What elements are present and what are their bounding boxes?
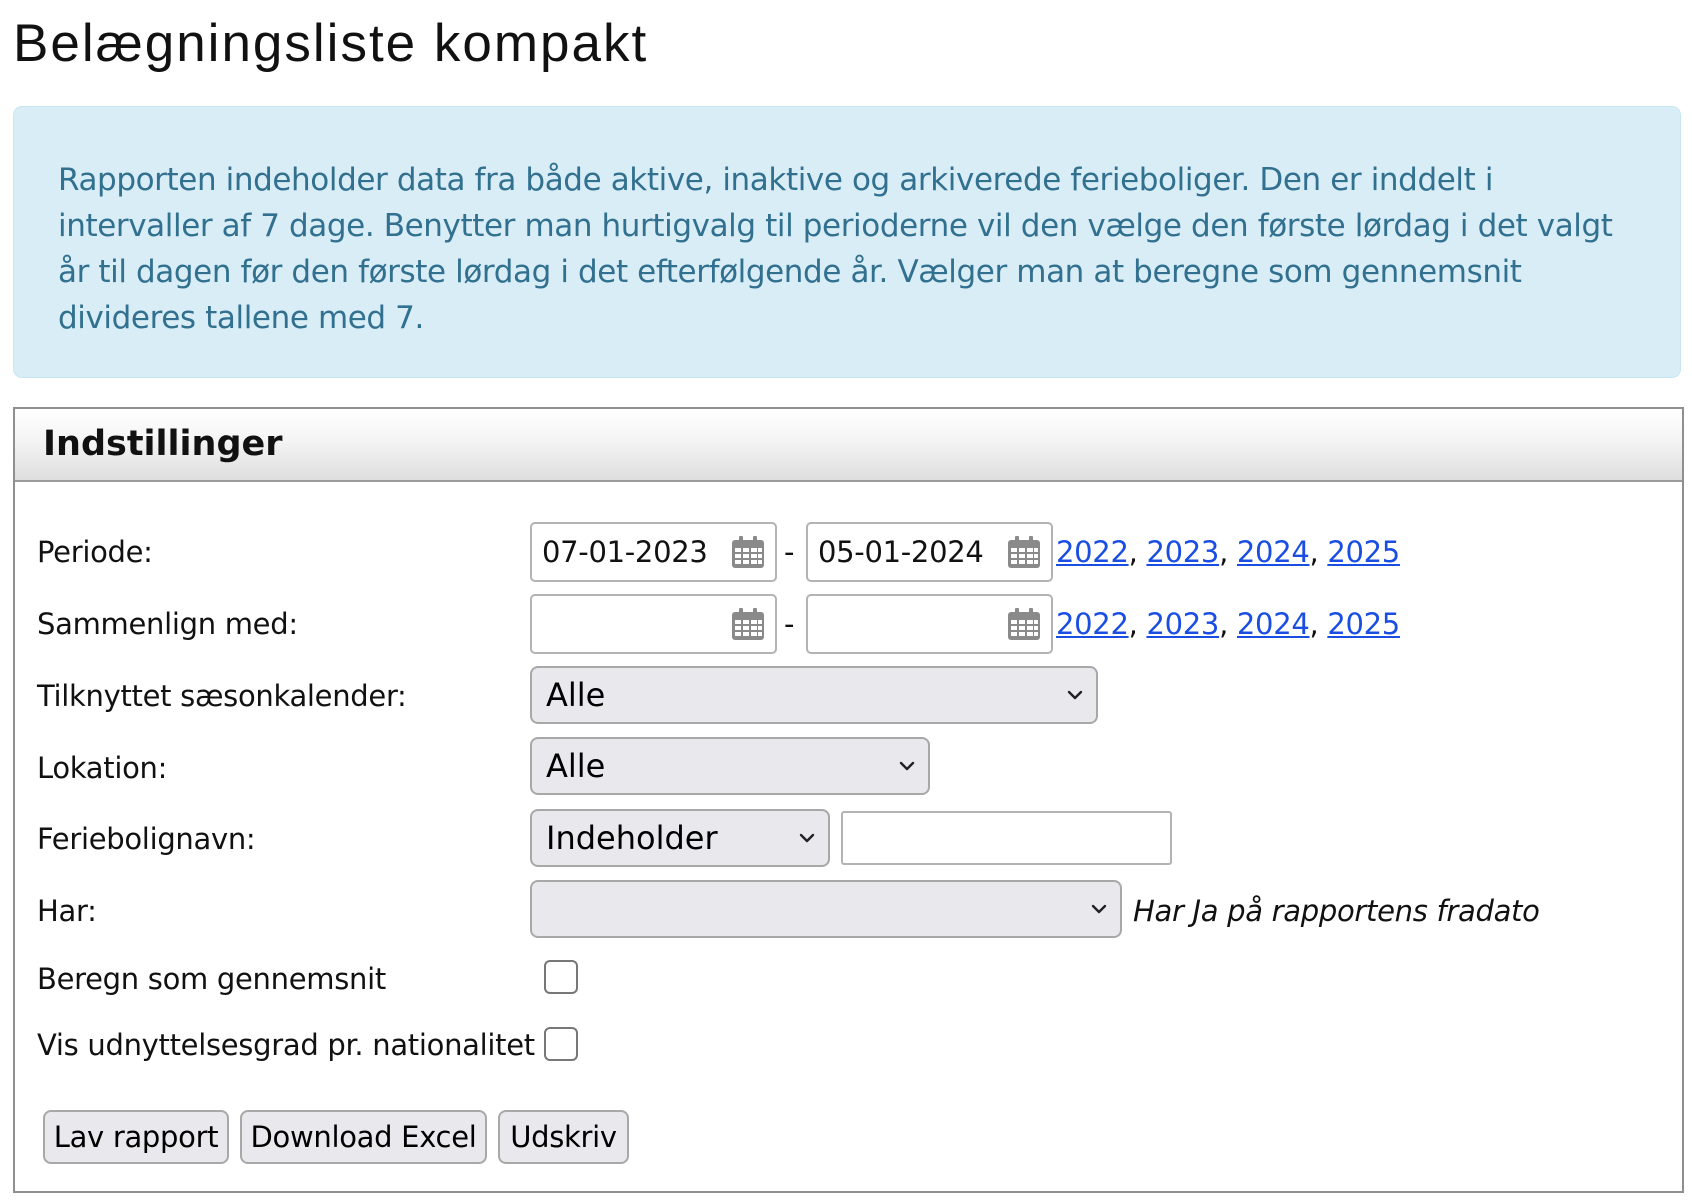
year-separator: , — [1309, 535, 1319, 569]
har-label: Har: — [37, 894, 97, 928]
periode-year-link-2023[interactable]: 2023 — [1146, 535, 1219, 569]
sammenlign-dash: - — [784, 607, 795, 641]
gennemsnit-label: Beregn som gennemsnit — [37, 962, 386, 996]
periode-dash: - — [784, 535, 795, 569]
year-separator: , — [1309, 607, 1319, 641]
har-select[interactable] — [530, 880, 1122, 938]
gennemsnit-checkbox[interactable] — [544, 960, 578, 994]
lokation-label: Lokation: — [37, 751, 168, 785]
lokation-select[interactable]: Alle — [530, 737, 930, 795]
year-separator: , — [1219, 535, 1228, 569]
saesonkalender-label: Tilknyttet sæsonkalender: — [37, 679, 407, 713]
year-separator: , — [1128, 535, 1138, 569]
periode-year-link-2025[interactable]: 2025 — [1327, 535, 1400, 569]
calendar-icon[interactable] — [731, 608, 765, 641]
sammenlign-year-link-2022[interactable]: 2022 — [1056, 607, 1129, 641]
sammenlign-to-input[interactable] — [806, 594, 1053, 654]
sammenlign-year-link-2023[interactable]: 2023 — [1146, 607, 1219, 641]
chevron-down-icon — [1091, 904, 1107, 914]
sammenlign-year-link-2025[interactable]: 2025 — [1327, 607, 1400, 641]
feriebolignavn-mode-select[interactable]: Indeholder — [530, 809, 830, 867]
chevron-down-icon — [1067, 690, 1083, 700]
periode-from-value: 07-01-2023 — [542, 535, 708, 569]
saesonkalender-select[interactable]: Alle — [530, 666, 1098, 724]
nationalitet-label: Vis udnyttelsesgrad pr. nationalitet — [37, 1028, 535, 1062]
settings-header: Indstillinger — [15, 409, 1682, 482]
feriebolignavn-input[interactable] — [841, 811, 1172, 865]
feriebolignavn-label: Feriebolignavn: — [37, 822, 256, 856]
periode-label: Periode: — [37, 535, 153, 569]
periode-from-input[interactable]: 07-01-2023 — [530, 522, 777, 582]
sammenlign-year-link-2024[interactable]: 2024 — [1237, 607, 1310, 641]
calendar-icon[interactable] — [1007, 608, 1041, 641]
chevron-down-icon — [799, 833, 815, 843]
saesonkalender-selected: Alle — [546, 676, 606, 714]
udskriv-button[interactable]: Udskriv — [498, 1110, 629, 1164]
lav-rapport-button[interactable]: Lav rapport — [43, 1110, 229, 1164]
sammenlign-year-links: 2022, 2023, 2024, 2025 — [1056, 606, 1400, 642]
periode-to-input[interactable]: 05-01-2024 — [806, 522, 1053, 582]
sammenlign-label: Sammenlign med: — [37, 607, 298, 641]
calendar-icon[interactable] — [1007, 536, 1041, 569]
calendar-icon[interactable] — [731, 536, 765, 569]
year-separator: , — [1128, 607, 1138, 641]
page-title: Belægningsliste kompakt — [13, 14, 649, 73]
year-separator: , — [1219, 607, 1228, 641]
lokation-selected: Alle — [546, 747, 606, 785]
har-hint: Har Ja på rapportens fradato — [1133, 894, 1540, 928]
sammenlign-from-input[interactable] — [530, 594, 777, 654]
chevron-down-icon — [899, 761, 915, 771]
feriebolignavn-mode-selected: Indeholder — [546, 819, 718, 857]
periode-year-link-2024[interactable]: 2024 — [1237, 535, 1310, 569]
info-text: Rapporten indeholder data fra både aktiv… — [58, 162, 1613, 336]
download-excel-button[interactable]: Download Excel — [240, 1110, 487, 1164]
info-box: Rapporten indeholder data fra både aktiv… — [13, 106, 1681, 378]
periode-to-value: 05-01-2024 — [818, 535, 984, 569]
periode-year-links: 2022, 2023, 2024, 2025 — [1056, 534, 1400, 570]
periode-year-link-2022[interactable]: 2022 — [1056, 535, 1129, 569]
nationalitet-checkbox[interactable] — [544, 1027, 578, 1061]
